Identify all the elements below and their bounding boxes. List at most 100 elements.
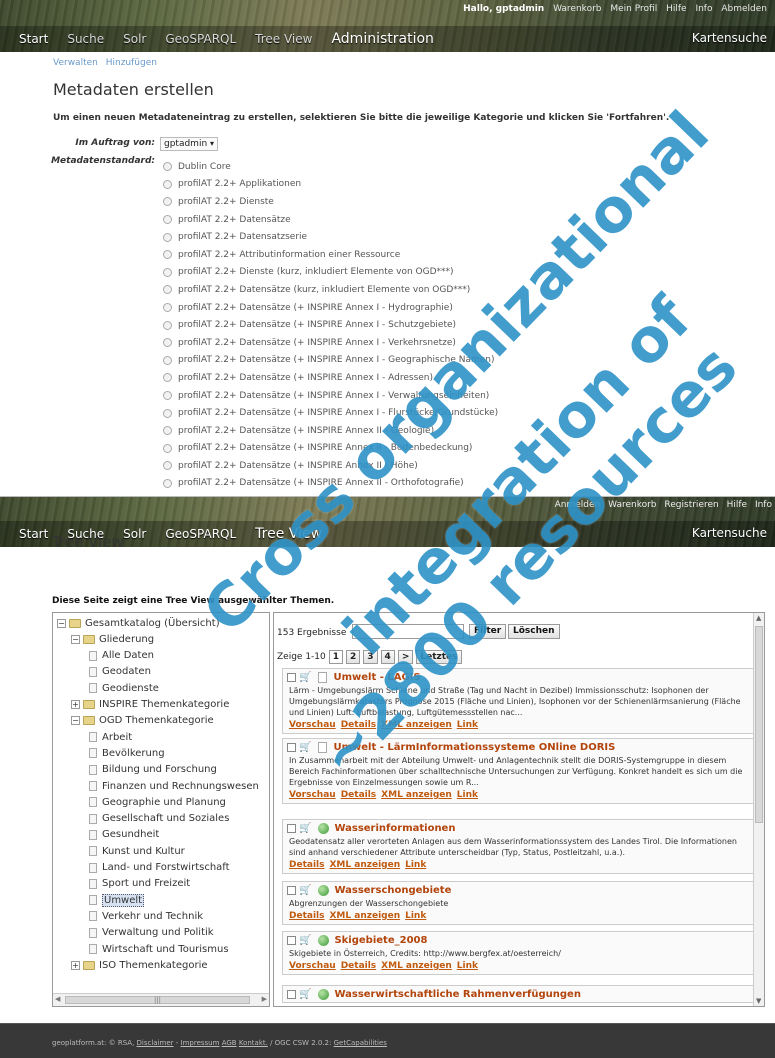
tree-node[interactable]: Umwelt bbox=[89, 892, 145, 908]
standard-option[interactable]: profilAT 2.2+ Datensätze (+ INSPIRE Anne… bbox=[163, 352, 498, 370]
radio-button[interactable] bbox=[163, 303, 172, 313]
nav-treeview-2[interactable]: Tree View bbox=[255, 526, 322, 542]
link-hilfe[interactable]: Hilfe bbox=[666, 4, 686, 14]
nav-kartensuche[interactable]: Kartensuche bbox=[692, 31, 767, 45]
standard-option[interactable]: profilAT 2.2+ Datensätze (kurz, inkludie… bbox=[163, 281, 498, 299]
tree-node[interactable]: Verkehr und Technik bbox=[89, 908, 203, 924]
clear-button[interactable]: Löschen bbox=[508, 624, 560, 639]
radio-button[interactable] bbox=[163, 373, 172, 383]
link-hilfe-2[interactable]: Hilfe bbox=[727, 500, 747, 510]
radio-button[interactable] bbox=[163, 162, 172, 172]
tree-node[interactable]: Verwaltung und Politik bbox=[89, 925, 214, 941]
tree-node[interactable]: Gesundheit bbox=[89, 827, 159, 843]
tree-node[interactable]: Arbeit bbox=[89, 729, 132, 745]
auftrag-select[interactable]: gptadmin ▾ bbox=[160, 137, 218, 151]
collapse-icon[interactable]: − bbox=[71, 634, 80, 644]
radio-button[interactable] bbox=[163, 478, 172, 488]
link-warenkorb[interactable]: Warenkorb bbox=[553, 4, 601, 14]
tree-node[interactable]: + INSPIRE Themenkategorie bbox=[71, 697, 229, 713]
category-tree[interactable]: + ISO Themenkategorie Wirtschaft und Touri… bbox=[52, 612, 270, 1007]
link-warenkorb-2[interactable]: Warenkorb bbox=[608, 500, 656, 510]
scroll-up-icon[interactable]: ▲ bbox=[756, 614, 761, 622]
result-title[interactable]: Wasserinformationen bbox=[334, 823, 455, 834]
result-title[interactable]: Skigebiete_2008 bbox=[334, 935, 427, 946]
tree-node[interactable]: Geodienste bbox=[89, 680, 159, 696]
result-link[interactable]: Details bbox=[289, 860, 324, 870]
standard-option[interactable]: profilAT 2.2+ Dienste bbox=[163, 193, 498, 211]
radio-button[interactable] bbox=[163, 250, 172, 260]
radio-button[interactable] bbox=[163, 408, 172, 418]
subnav-hinzufuegen[interactable]: Hinzufügen bbox=[106, 58, 157, 68]
scroll-left-icon[interactable]: ◀ bbox=[55, 995, 60, 1003]
result-link[interactable]: Details bbox=[341, 720, 376, 730]
result-title[interactable]: Umwelt - LärmInformationssysteme ONline … bbox=[333, 742, 615, 753]
tree-node[interactable]: Geographie und Planung bbox=[89, 794, 226, 810]
cart-icon[interactable]: 🛒 bbox=[299, 823, 311, 834]
radio-button[interactable] bbox=[163, 267, 172, 277]
radio-button[interactable] bbox=[163, 338, 172, 348]
collapse-icon[interactable]: − bbox=[71, 716, 80, 726]
page-4[interactable]: 4 bbox=[380, 650, 395, 664]
result-link[interactable]: Details bbox=[341, 790, 376, 800]
radio-button[interactable] bbox=[163, 355, 172, 365]
result-link[interactable]: Details bbox=[341, 961, 376, 971]
tree-node[interactable]: Gesellschaft und Soziales bbox=[89, 811, 229, 827]
footer-kontakt[interactable]: Kontakt. bbox=[239, 1039, 268, 1047]
result-link[interactable]: XML anzeigen bbox=[381, 720, 452, 730]
radio-button[interactable] bbox=[163, 179, 172, 189]
radio-button[interactable] bbox=[163, 197, 172, 207]
tree-node[interactable]: Alle Daten bbox=[89, 648, 154, 664]
standard-option[interactable]: profilAT 2.2+ Datensätze (+ INSPIRE Anne… bbox=[163, 440, 498, 458]
select-checkbox[interactable] bbox=[287, 885, 296, 895]
footer-impressum[interactable]: Impressum bbox=[181, 1039, 220, 1047]
tree-node[interactable]: Bildung und Forschung bbox=[89, 762, 217, 778]
subnav-verwalten[interactable]: Verwalten bbox=[53, 58, 98, 68]
tree-node[interactable]: Kunst und Kultur bbox=[89, 843, 185, 859]
standard-option[interactable]: profilAT 2.2+ Datensätze (+ INSPIRE Anne… bbox=[163, 299, 498, 317]
radio-button[interactable] bbox=[163, 461, 172, 471]
standard-option[interactable]: profilAT 2.2+ Attributinformation einer … bbox=[163, 246, 498, 264]
result-link[interactable]: Link bbox=[457, 790, 478, 800]
link-info[interactable]: Info bbox=[695, 4, 712, 14]
standard-option[interactable]: profilAT 2.2+ Applikationen bbox=[163, 176, 498, 194]
scroll-thumb[interactable]: ||| bbox=[65, 996, 250, 1004]
standard-option[interactable]: profilAT 2.2+ Datensätze (+ INSPIRE Anne… bbox=[163, 457, 498, 475]
cart-icon[interactable]: 🛒 bbox=[299, 672, 311, 683]
select-checkbox[interactable] bbox=[287, 672, 296, 682]
scroll-down-icon[interactable]: ▼ bbox=[756, 997, 761, 1005]
tree-node[interactable]: Land- und Forstwirtschaft bbox=[89, 860, 230, 876]
page-2[interactable]: 2 bbox=[346, 650, 361, 664]
footer-getcapabilities[interactable]: GetCapabilities bbox=[334, 1039, 387, 1047]
nav-geosparql-2[interactable]: GeoSPARQL bbox=[165, 527, 236, 541]
nav-treeview[interactable]: Tree View bbox=[255, 32, 312, 46]
radio-button[interactable] bbox=[163, 232, 172, 242]
result-link[interactable]: Vorschau bbox=[289, 961, 336, 971]
results-scroll-thumb[interactable] bbox=[755, 626, 763, 823]
standard-option[interactable]: profilAT 2.2+ Datensätze (+ INSPIRE Anne… bbox=[163, 387, 498, 405]
page-next[interactable]: > bbox=[397, 650, 414, 664]
standard-option[interactable]: profilAT 2.2+ Datensätze bbox=[163, 211, 498, 229]
select-checkbox[interactable] bbox=[287, 742, 296, 752]
result-link[interactable]: Vorschau bbox=[289, 790, 336, 800]
result-link[interactable]: XML anzeigen bbox=[329, 860, 400, 870]
nav-geosparql[interactable]: GeoSPARQL bbox=[165, 32, 236, 46]
standard-option[interactable]: profilAT 2.2+ Datensätze (+ INSPIRE Anne… bbox=[163, 334, 498, 352]
filter-input[interactable] bbox=[352, 624, 464, 639]
footer-disclaimer[interactable]: Disclaimer bbox=[137, 1039, 174, 1047]
result-link[interactable]: Link bbox=[405, 860, 426, 870]
result-link[interactable]: XML anzeigen bbox=[381, 961, 452, 971]
standard-option[interactable]: profilAT 2.2+ Datensatzserie bbox=[163, 228, 498, 246]
expand-icon[interactable]: + bbox=[71, 700, 80, 709]
tree-node[interactable]: − Gliederung bbox=[71, 631, 154, 647]
tree-node[interactable]: Bevölkerung bbox=[89, 745, 165, 761]
result-link[interactable]: Link bbox=[457, 720, 478, 730]
tree-node[interactable]: − Gesamtkatalog (Übersicht) bbox=[57, 615, 220, 631]
select-checkbox[interactable] bbox=[287, 989, 296, 999]
result-link[interactable]: Link bbox=[405, 911, 426, 921]
tree-node[interactable]: Wirtschaft und Tourismus bbox=[89, 941, 229, 957]
cart-icon[interactable]: 🛒 bbox=[299, 742, 311, 753]
nav-administration[interactable]: Administration bbox=[331, 31, 433, 47]
cart-icon[interactable]: 🛒 bbox=[299, 989, 311, 1000]
select-checkbox[interactable] bbox=[287, 935, 296, 945]
expand-icon[interactable]: + bbox=[71, 960, 80, 970]
